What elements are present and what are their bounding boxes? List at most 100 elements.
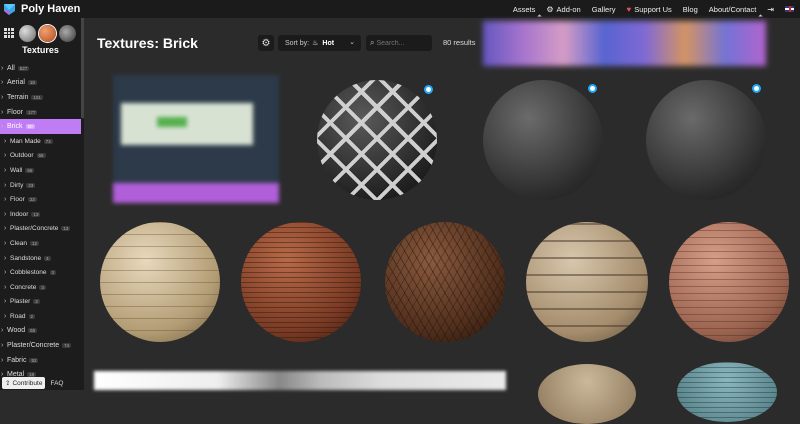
sort-label: Sort by: (285, 39, 310, 47)
sidebar-item-label: Outdoor (10, 152, 34, 160)
faq-link[interactable]: FAQ (50, 380, 63, 387)
texture-thumbnail[interactable] (317, 80, 437, 200)
sidebar-item-label: Floor (7, 108, 23, 116)
count-badge: 18 (27, 80, 37, 86)
sidebar-scrollbar-thumb[interactable] (81, 18, 84, 118)
nav-addon-label: Add-on (556, 4, 581, 14)
flame-icon: ♨ (312, 40, 319, 47)
texture-thumbnail[interactable] (669, 222, 789, 342)
sidebar-item-sandstone[interactable]: › Sandstone 4 (0, 251, 81, 266)
login-button[interactable]: ⇥ (767, 5, 774, 14)
sidebar-item-all[interactable]: › All 527 (0, 61, 81, 76)
count-badge: 3 (39, 284, 46, 290)
asset-type-switcher (0, 18, 81, 42)
count-badge: 74 (62, 343, 72, 349)
sidebar-item-concrete[interactable]: › Concrete 3 (0, 280, 81, 295)
main-nav: Assets ⚙ Add-on Gallery ♥ Support Us Blog … (513, 0, 800, 19)
sidebar-item-outdoor[interactable]: › Outdoor 66 (0, 149, 81, 164)
sidebar-item-label: Fabric (7, 356, 27, 364)
sidebar-item-plaster-concrete[interactable]: › Plaster/Concrete 13 (0, 222, 81, 237)
sidebar-item-road[interactable]: › Road 2 (0, 309, 81, 324)
texture-thumbnail[interactable] (538, 364, 636, 424)
search-input[interactable] (376, 39, 427, 47)
count-badge: 66 (36, 153, 46, 159)
results-count: 80 results (443, 38, 476, 47)
count-badge: 2 (28, 313, 36, 319)
sponsored-tile[interactable] (113, 75, 279, 203)
nav-gallery[interactable]: Gallery (592, 5, 616, 14)
nav-about-contact[interactable]: About/Contact (708, 4, 763, 19)
sidebar-item-label: Wood (7, 327, 26, 335)
nav-blog[interactable]: Blog (683, 5, 698, 14)
gear-icon: ⚙ (261, 37, 271, 49)
nav-support-us[interactable]: ♥ Support Us (626, 5, 671, 14)
sidebar-item-label: Clean (10, 239, 27, 247)
sidebar-item-wood[interactable]: › Wood 65 (0, 324, 81, 339)
count-badge: 52 (29, 357, 39, 363)
sort-dropdown[interactable]: Sort by: ♨ Hot ⌄ (278, 35, 361, 51)
language-flag-icon[interactable] (785, 6, 794, 12)
texture-thumbnail[interactable] (526, 222, 648, 342)
sidebar-item-label: Road (10, 312, 26, 320)
sidebar-item-wall[interactable]: › Wall 56 (0, 163, 81, 178)
sidebar-item-cobblestone[interactable]: › Cobblestone 3 (0, 265, 81, 280)
count-badge: 3 (33, 299, 40, 305)
sidebar-item-label: Plaster/Concrete (7, 342, 60, 350)
sidebar-item-label: All (7, 64, 15, 72)
hdri-type-icon[interactable] (19, 24, 36, 42)
nav-assets[interactable]: Assets (513, 5, 542, 19)
sidebar-item-plaster-concrete[interactable]: › Plaster/Concrete 74 (0, 338, 81, 353)
search-icon: ⌕ (370, 38, 375, 47)
sidebar-item-indoor[interactable]: › Indoor 13 (0, 207, 81, 222)
count-badge: 74 (43, 138, 53, 144)
sidebar-item-clean[interactable]: › Clean 12 (0, 236, 81, 251)
sidebar-title: Textures (22, 45, 59, 55)
count-badge: 101 (31, 94, 43, 100)
sort-value: Hot (322, 39, 335, 47)
sidebar-item-label: Brick (7, 123, 23, 131)
texture-thumbnail[interactable] (677, 362, 777, 422)
texture-thumbnail[interactable] (241, 222, 361, 342)
sidebar-item-man-made[interactable]: › Man Made 74 (0, 134, 81, 149)
nav-addon[interactable]: ⚙ Add-on (546, 5, 580, 14)
sidebar-item-aerial[interactable]: › Aerial 18 (0, 76, 81, 91)
sidebar-item-label: Aerial (7, 79, 25, 87)
sidebar-item-label: Plaster/Concrete (10, 225, 59, 233)
advertisement-banner[interactable] (483, 21, 766, 66)
nav-about-label: About/Contact (708, 4, 757, 14)
sidebar-item-floor[interactable]: › Floor 22 (0, 192, 81, 207)
texture-thumbnail[interactable] (385, 222, 505, 342)
texture-thumbnail[interactable] (483, 80, 603, 200)
sidebar-item-dirty[interactable]: › Dirty 23 (0, 178, 81, 193)
nav-gallery-label: Gallery (591, 4, 616, 14)
texture-thumbnail[interactable] (100, 222, 220, 342)
count-badge: 527 (17, 65, 30, 71)
count-badge: 65 (28, 328, 38, 334)
count-badge: 22 (27, 197, 37, 203)
poly-haven-logo-icon (4, 3, 15, 15)
caret-icon (537, 13, 542, 19)
settings-button[interactable]: ⚙ (258, 35, 274, 51)
sponsored-tile[interactable] (94, 371, 506, 390)
sidebar-item-brick[interactable]: › Brick 50 (0, 119, 81, 134)
sidebar-item-terrain[interactable]: › Terrain 101 (0, 90, 81, 105)
contribute-button[interactable]: ⇪ Contribute (2, 377, 46, 389)
all-assets-grid-icon[interactable] (4, 28, 14, 38)
sidebar-item-floor[interactable]: › Floor 177 (0, 105, 81, 120)
sidebar-item-label: Terrain (7, 93, 29, 101)
textures-type-icon[interactable] (39, 24, 56, 42)
logo[interactable]: Poly Haven (3, 3, 80, 16)
search-field: ⌕ (366, 35, 432, 51)
count-badge: 23 (26, 182, 36, 188)
sidebar-item-label: Wall (10, 166, 23, 174)
count-badge: 177 (25, 109, 38, 115)
texture-thumbnail[interactable] (646, 80, 766, 200)
blender-icon: ⚙ (546, 4, 554, 14)
sidebar-item-label: Floor (10, 196, 25, 204)
sidebar-item-label: Cobblestone (10, 269, 47, 277)
login-icon: ⇥ (767, 4, 774, 14)
sidebar-item-plaster[interactable]: › Plaster 3 (0, 295, 81, 310)
models-type-icon[interactable] (59, 24, 76, 42)
sidebar-item-fabric[interactable]: › Fabric 52 (0, 353, 81, 368)
sidebar-footer: ⇪ Contribute FAQ (0, 376, 81, 390)
